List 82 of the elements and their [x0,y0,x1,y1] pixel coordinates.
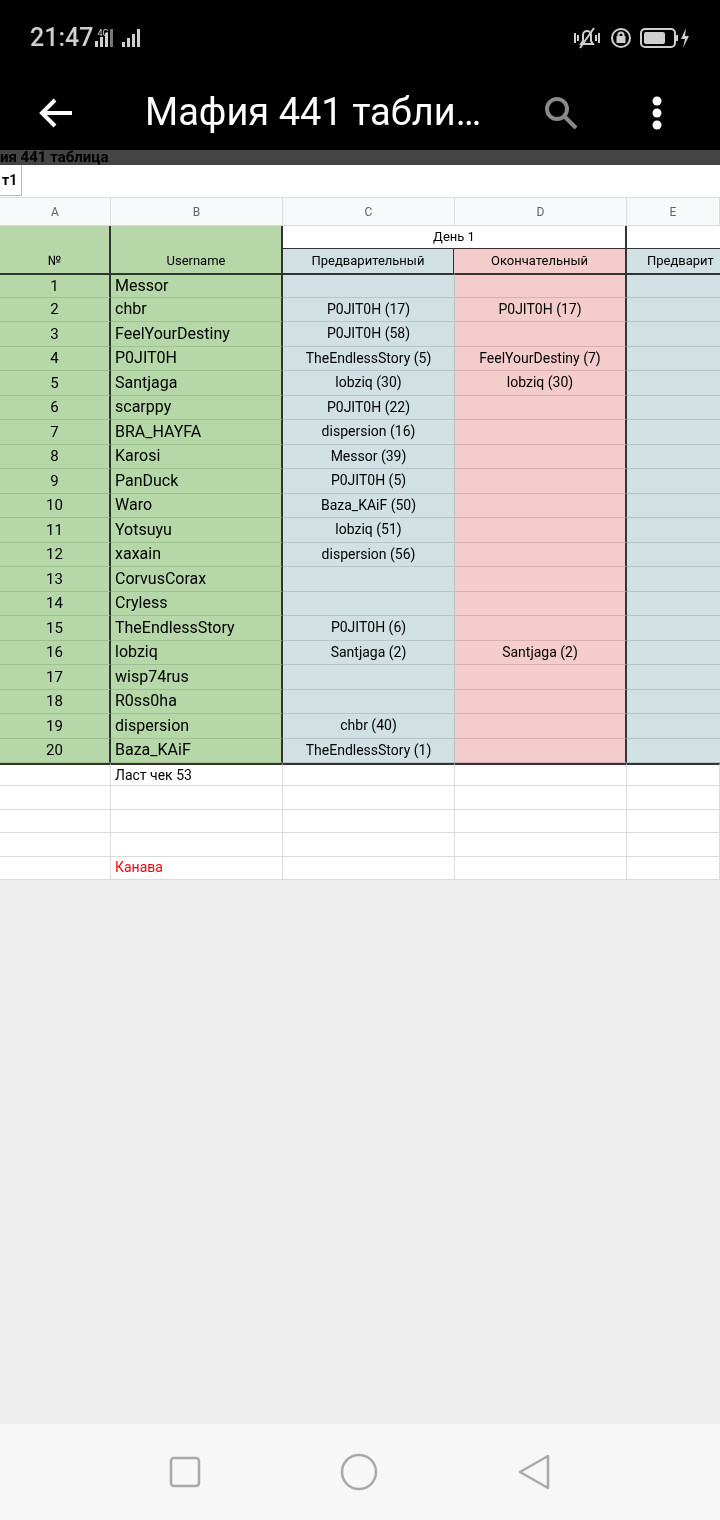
username-cell: Karosi [111,444,283,469]
vibrate-bell-icon [572,25,602,50]
column-header: A [0,198,111,226]
row-number: 19 [0,714,111,739]
row-number: 15 [0,616,111,641]
username-cell: Cryless [111,591,283,616]
row-number: 6 [0,395,111,420]
row-number: 7 [0,420,111,445]
spreadsheet-title: ия 441 таблица [0,150,109,165]
vote-cell: dispersion (56) [283,542,455,567]
row-number: 12 [0,542,111,567]
row-number: 1 [0,273,111,298]
username-cell: BRA_HAYFA [111,420,283,445]
document-title: Мафия 441 табли… [145,89,483,136]
row-number: 14 [0,591,111,616]
vote-cell: Santjaga (2) [455,640,627,665]
row-number: 11 [0,518,111,543]
vote-cell: lobziq (51) [283,518,455,543]
column-header: E [627,198,720,226]
status-time: 21:47 [30,21,94,54]
vote-cell: TheEndlessStory (1) [283,738,455,763]
username-cell: R0ss0ha [111,689,283,714]
username-cell: xaxain [111,542,283,567]
search-icon [543,94,579,131]
vote-cell: FeelYourDestiny (7) [455,346,627,371]
row-number: 13 [0,567,111,592]
back-arrow-icon [38,96,74,129]
vote-cell: lobziq (30) [455,371,627,396]
row-number: 18 [0,689,111,714]
vote-cell: lobziq (30) [283,371,455,396]
row-number: 5 [0,371,111,396]
username-cell: P0JIT0H [111,346,283,371]
row-number: 17 [0,665,111,690]
vote-cell: P0JIT0H (22) [283,395,455,420]
vote-cell: P0JIT0H (17) [455,297,627,322]
column-title: № [0,226,111,273]
username-cell: lobziq [111,640,283,665]
username-cell: Baza_KAiF [111,738,283,763]
vote-cell: P0JIT0H (58) [283,322,455,347]
row-number: 4 [0,346,111,371]
vote-cell: TheEndlessStory (5) [283,346,455,371]
username-cell: dispersion [111,714,283,739]
row-number: 8 [0,444,111,469]
row-number: 10 [0,493,111,518]
row-number: 3 [0,322,111,347]
username-cell: CorvusCorax [111,567,283,592]
rotation-lock-icon [610,26,632,49]
more-vertical-icon [652,95,662,130]
vote-cell: Baza_KAiF (50) [283,493,455,518]
alert-text-cell: Канава [111,856,283,880]
column-title: Username [111,226,283,273]
column-title: Предварит [627,249,720,273]
username-cell: chbr [111,297,283,322]
username-cell: TheEndlessStory [111,616,283,641]
column-header: C [283,198,455,226]
row-number: 9 [0,469,111,494]
column-header: D [455,198,627,226]
vote-cell: Messor (39) [283,444,455,469]
note-cell: Ласт чек 53 [111,763,283,787]
row-number: 16 [0,640,111,665]
vote-cell: P0JIT0H (17) [283,297,455,322]
vote-cell: Santjaga (2) [283,640,455,665]
username-cell: scarppy [111,395,283,420]
username-cell: FeelYourDestiny [111,322,283,347]
signal-icon [94,28,143,47]
vote-cell: P0JIT0H (5) [283,469,455,494]
vote-cell: chbr (40) [283,714,455,739]
sheet-tab[interactable]: т1 [0,165,23,196]
battery-charging-icon [640,26,690,49]
username-cell: Messor [111,273,283,298]
column-header: B [111,198,283,226]
username-cell: Yotsuyu [111,518,283,543]
username-cell: PanDuck [111,469,283,494]
username-cell: Waro [111,493,283,518]
column-title: Окончательный [454,249,625,273]
username-cell: Santjaga [111,371,283,396]
row-number: 20 [0,738,111,763]
column-title: Предварительный [283,249,454,273]
username-cell: wisp74rus [111,665,283,690]
vote-cell: P0JIT0H (6) [283,616,455,641]
row-number: 2 [0,297,111,322]
vote-cell: dispersion (16) [283,420,455,445]
